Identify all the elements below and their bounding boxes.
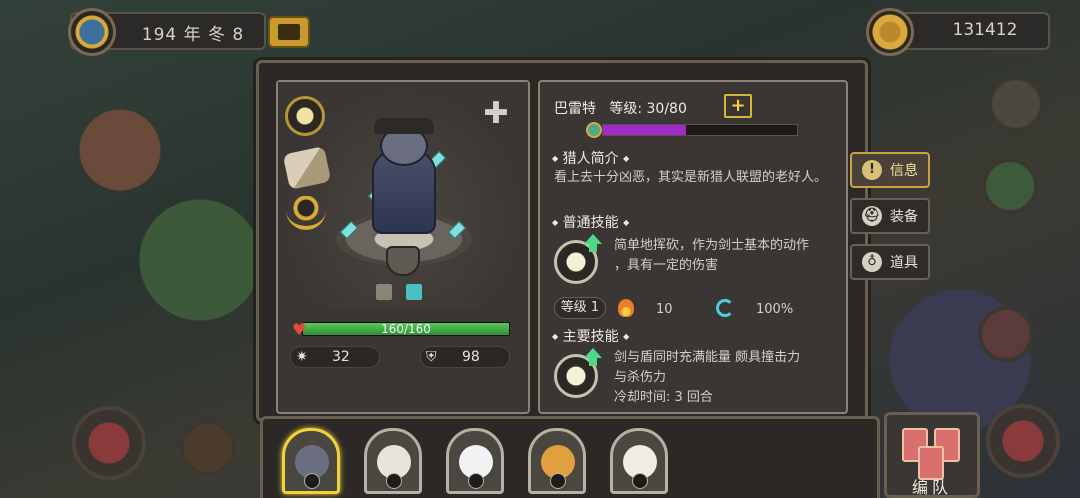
roster-slot-3[interactable] — [446, 428, 504, 494]
skill-upgrade-arrow-stem — [589, 244, 597, 252]
intro-title-text: 猎人简介 — [562, 151, 619, 167]
class-badge-icon — [550, 473, 566, 489]
tab-info-label: 信息 — [890, 163, 918, 179]
diamond-icon: ◆ — [552, 218, 559, 227]
fire-icon — [618, 299, 634, 317]
normal-skill-desc-2: ，具有一定的伤害 — [614, 258, 719, 273]
attack-icon: ✷ — [296, 349, 308, 365]
chest-button[interactable] — [268, 16, 310, 48]
gold-amount: 131412 — [952, 20, 1018, 40]
normal-skill-title: ◆ 普通技能 ◆ — [552, 212, 629, 232]
season-emblem-icon[interactable] — [68, 8, 116, 56]
helmet-icon: ⛑ — [862, 206, 882, 226]
roster-slot-5[interactable] — [610, 428, 668, 494]
skill-rate: 100% — [756, 302, 794, 317]
hero-level: 等级: 30/80 — [609, 101, 687, 117]
attack-value: 32 — [332, 349, 350, 365]
tab-items-label: 道具 — [890, 255, 918, 271]
diamond-icon: ◆ — [623, 218, 630, 227]
hero-avatar-crane[interactable] — [988, 76, 1044, 132]
formation-label: 编队 — [911, 478, 952, 497]
hero-hat — [374, 118, 434, 134]
main-skill-title: ◆ 主要技能 ◆ — [552, 326, 629, 346]
intro-title: ◆ 猎人简介 ◆ — [552, 148, 629, 168]
class-badge-icon — [304, 473, 320, 489]
xp-bar-fill — [603, 125, 687, 135]
tab-equipment[interactable]: ⛑ 装备 — [850, 198, 930, 234]
skill-upgrade-arrow-stem — [589, 358, 597, 366]
tab-info[interactable]: ! 信息 — [850, 152, 930, 188]
intro-text: 看上去十分凶恶，其实是新猎人联盟的老好人。 — [554, 170, 828, 185]
potion-icon: ♁ — [862, 252, 882, 272]
diamond-icon: ◆ — [552, 332, 559, 341]
chest-icon — [278, 24, 300, 40]
diamond-icon: ◆ — [552, 154, 559, 163]
town-button[interactable] — [72, 406, 146, 480]
battle-button[interactable] — [986, 404, 1060, 478]
shop-button[interactable] — [180, 420, 236, 476]
gold-coin-icon — [866, 8, 914, 56]
cycle-icon — [716, 299, 734, 317]
normal-skill-title-text: 普通技能 — [562, 215, 619, 231]
diamond-icon: ◆ — [623, 154, 630, 163]
main-skill-title-text: 主要技能 — [562, 329, 619, 345]
pet-slot-icon[interactable] — [406, 284, 422, 300]
class-emblem-icon[interactable] — [285, 96, 325, 136]
class-badge-icon — [386, 473, 402, 489]
roster-slot-2[interactable] — [364, 428, 422, 494]
tab-items[interactable]: ♁ 道具 — [850, 244, 930, 280]
class-badge-icon — [632, 473, 648, 489]
defense-value: 98 — [462, 349, 480, 365]
hero-avatar-helmet[interactable] — [978, 306, 1034, 362]
skill-upgrade-arrow-icon[interactable] — [584, 234, 602, 244]
hp-value: 160/160 — [381, 322, 431, 336]
game-date: 194 年 冬 8 — [141, 25, 245, 45]
tab-equipment-label: 装备 — [890, 209, 918, 225]
skill-upgrade-arrow-icon[interactable] — [584, 348, 602, 358]
normal-skill-desc-1: 简单地挥砍，作为剑士基本的动作 — [614, 238, 810, 253]
skill-level-badge: 等级 1 — [554, 297, 606, 319]
defense-icon: ⛨ — [426, 349, 437, 365]
skill-cost: 10 — [656, 302, 673, 317]
shield-icon — [386, 246, 420, 276]
hero-name-level: 巴雷特 等级: 30/80 — [554, 98, 687, 118]
roster-slot-4[interactable] — [528, 428, 586, 494]
hero-name: 巴雷特 — [554, 101, 596, 117]
weapon-slot-icon[interactable] — [376, 284, 392, 300]
level-up-button[interactable]: + — [724, 94, 752, 118]
diamond-icon: ◆ — [623, 332, 630, 341]
main-skill-desc-2: 与杀伤力 — [614, 370, 667, 385]
hero-avatar-knight[interactable] — [982, 158, 1038, 214]
xp-gem-icon — [586, 122, 602, 138]
roster-slot-1[interactable] — [282, 428, 340, 494]
info-icon: ! — [862, 160, 882, 180]
class-badge-icon — [468, 473, 484, 489]
add-rabbit-icon[interactable]: ✚ — [476, 92, 516, 136]
cooldown-text: 冷却时间: 3 回合 — [614, 390, 713, 405]
main-skill-desc-1: 剑与盾同时充满能量 颇具撞击力 — [614, 350, 801, 365]
